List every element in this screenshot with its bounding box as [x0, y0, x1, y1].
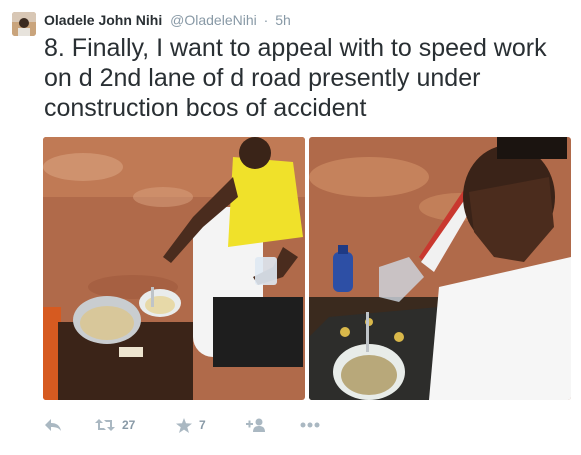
author-name[interactable]: Oladele John Nihi [44, 12, 162, 28]
separator: · [263, 12, 269, 28]
tweet-time[interactable]: 5h [275, 12, 291, 28]
more-button[interactable] [300, 414, 320, 436]
like-button[interactable]: 7 [176, 414, 206, 436]
like-count: 7 [199, 418, 206, 432]
more-icon [300, 422, 320, 428]
tweet: Oladele John Nihi @OladeleNihi · 5h 8. F… [0, 0, 581, 455]
retweet-button[interactable]: 27 [95, 414, 135, 436]
retweet-icon [95, 418, 115, 432]
follow-button[interactable] [246, 414, 266, 436]
star-icon [176, 417, 192, 433]
reply-icon [44, 418, 62, 432]
follow-icon [246, 418, 266, 432]
photo-left[interactable] [43, 137, 305, 400]
tweet-header: Oladele John Nihi @OladeleNihi · 5h [44, 11, 291, 29]
media-grid [43, 137, 571, 400]
author-handle[interactable]: @OladeleNihi [170, 12, 257, 28]
tweet-text: 8. Finally, I want to appeal with to spe… [44, 34, 547, 122]
retweet-count: 27 [122, 418, 136, 432]
photo-right[interactable] [309, 137, 571, 400]
avatar[interactable] [12, 12, 36, 36]
reply-button[interactable] [44, 414, 62, 436]
